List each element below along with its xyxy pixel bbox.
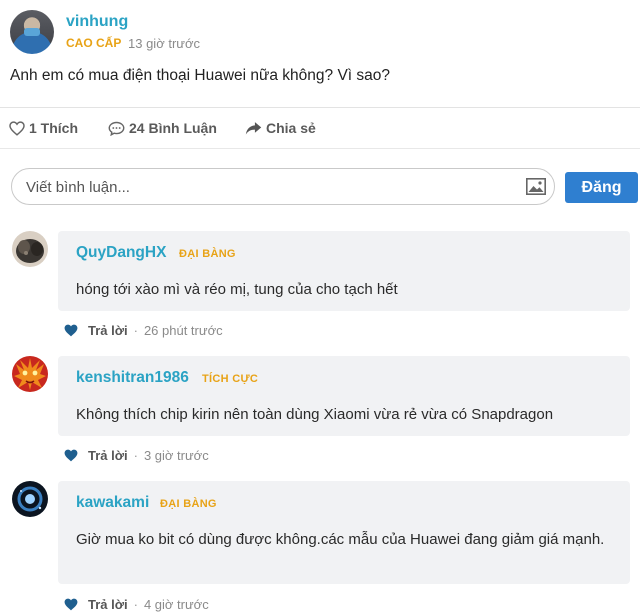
like-label: 1 Thích — [29, 120, 79, 136]
image-upload-icon[interactable] — [526, 178, 546, 195]
comment-time: 4 giờ trước — [143, 597, 209, 612]
comment-count-label: 24 Bình Luận — [129, 120, 217, 136]
commenter-avatar-image — [12, 481, 48, 517]
post-card: vinhung CAO CẤP 13 giờ trước Anh em có m… — [0, 0, 640, 148]
meta-separator: · — [133, 448, 138, 463]
commenter-name[interactable]: kawakami — [76, 494, 149, 512]
heart-outline-icon — [9, 120, 25, 136]
author-rank-badge: CAO CẤP — [66, 36, 122, 50]
reply-button[interactable]: Trả lời — [88, 597, 128, 612]
commenter-avatar[interactable] — [12, 481, 48, 517]
commenter-avatar-image — [12, 231, 48, 267]
comment-bubble: kenshitran1986 TÍCH CỰC Không thích chip… — [58, 356, 630, 436]
share-label: Chia sẻ — [266, 120, 316, 136]
heart-icon[interactable] — [64, 324, 78, 337]
heart-icon[interactable] — [64, 449, 78, 462]
commenter-rank-badge: TÍCH CỰC — [202, 373, 259, 385]
comment-bubble: kawakami ĐẠI BÀNG Giờ mua ko bit có dùng… — [58, 481, 630, 584]
commenter-name[interactable]: QuyDangHX — [76, 244, 166, 262]
meta-separator: · — [133, 597, 138, 612]
comment-meta: Trả lời · 4 giờ trước — [64, 597, 209, 612]
comment-meta: Trả lời · 26 phút trước — [64, 323, 223, 338]
comment-input[interactable] — [26, 177, 506, 197]
speech-bubble-icon — [108, 121, 125, 136]
comment-bubble: QuyDangHX ĐẠI BÀNG hóng tới xào mì và ré… — [58, 231, 630, 311]
comment-text: hóng tới xào mì và réo mị, tung của cho … — [76, 281, 398, 298]
post-time: 13 giờ trước — [128, 36, 200, 51]
author-avatar[interactable] — [10, 10, 54, 54]
post-comment-button[interactable]: Đăng — [565, 172, 638, 203]
comment-text: Giờ mua ko bit có dùng được không.các mẫ… — [76, 531, 605, 548]
commenter-name[interactable]: kenshitran1986 — [76, 369, 189, 387]
reply-button[interactable]: Trả lời — [88, 448, 128, 463]
comment-count-button[interactable]: 24 Bình Luận — [108, 120, 217, 136]
commenter-avatar[interactable] — [12, 231, 48, 267]
share-button[interactable]: Chia sẻ — [245, 120, 316, 136]
commenter-avatar-image — [12, 356, 48, 392]
comment-section: Đăng QuyDangHX ĐẠI BÀNG hóng tới xào mì … — [0, 148, 640, 615]
comment-composer — [11, 168, 555, 205]
comment-meta: Trả lời · 3 giờ trước — [64, 448, 209, 463]
comment-time: 26 phút trước — [143, 323, 223, 338]
heart-icon[interactable] — [64, 598, 78, 611]
commenter-rank-badge: ĐẠI BÀNG — [160, 498, 217, 510]
author-name[interactable]: vinhung — [66, 13, 128, 31]
post-content: Anh em có mua điện thoại Huawei nữa khôn… — [10, 67, 391, 84]
post-actions: 1 Thích 24 Bình Luận Chia sẻ — [0, 108, 640, 148]
comment-text: Không thích chip kirin nên toàn dùng Xia… — [76, 406, 554, 423]
meta-separator: · — [133, 323, 138, 338]
comment-time: 3 giờ trước — [143, 448, 209, 463]
reply-button[interactable]: Trả lời — [88, 323, 128, 338]
commenter-avatar[interactable] — [12, 356, 48, 392]
like-button[interactable]: 1 Thích — [9, 120, 78, 136]
share-arrow-icon — [245, 121, 262, 135]
commenter-rank-badge: ĐẠI BÀNG — [179, 248, 236, 260]
